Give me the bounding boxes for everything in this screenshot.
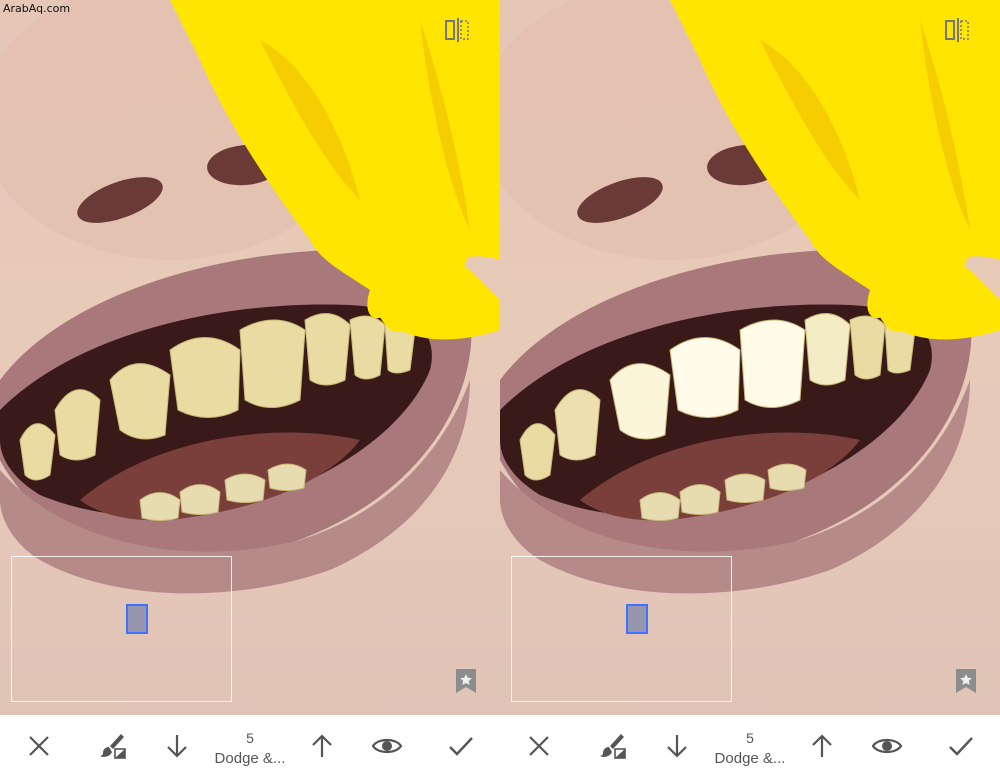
arrow-up-icon — [812, 734, 832, 757]
checkmark-icon — [949, 737, 973, 756]
checkmark-icon — [449, 737, 473, 756]
decrease-button[interactable] — [152, 715, 202, 777]
navigator-viewport[interactable] — [126, 604, 148, 634]
close-icon — [29, 736, 49, 756]
increase-button[interactable] — [297, 715, 347, 777]
brush-setting[interactable]: 5 Dodge &... — [707, 715, 793, 777]
navigator-frame[interactable] — [511, 556, 732, 702]
arrow-up-icon — [312, 734, 332, 757]
panel-before: 5 Dodge &... — [0, 0, 500, 777]
brush-setting[interactable]: 5 Dodge &... — [207, 715, 293, 777]
compare-icon[interactable] — [444, 16, 470, 44]
brush-value: 5 — [246, 730, 254, 746]
navigator-frame[interactable] — [11, 556, 232, 702]
apply-button[interactable] — [436, 715, 486, 777]
bookmark-star-icon[interactable] — [956, 669, 976, 693]
panel-after: 5 Dodge &... — [500, 0, 1000, 777]
brush-tool-name: Dodge &... — [714, 750, 786, 767]
brush-button[interactable] — [588, 715, 638, 777]
visibility-button[interactable] — [362, 715, 412, 777]
apply-button[interactable] — [936, 715, 986, 777]
close-button[interactable] — [514, 715, 564, 777]
increase-button[interactable] — [797, 715, 847, 777]
close-icon — [529, 736, 549, 756]
compare-icon[interactable] — [944, 16, 970, 44]
brush-mask-icon — [600, 734, 626, 759]
eye-icon — [872, 738, 902, 754]
brush-tool-name: Dodge &... — [214, 750, 286, 767]
photo-canvas[interactable] — [0, 0, 500, 715]
close-button[interactable] — [14, 715, 64, 777]
brush-button[interactable] — [88, 715, 138, 777]
navigator-viewport[interactable] — [626, 604, 648, 634]
photo-canvas[interactable] — [500, 0, 1000, 715]
watermark: ArabAq.com — [3, 2, 71, 15]
bookmark-star-icon[interactable] — [456, 669, 476, 693]
eye-icon — [372, 738, 402, 754]
decrease-button[interactable] — [652, 715, 702, 777]
brush-mask-icon — [100, 734, 126, 759]
arrow-down-icon — [167, 735, 187, 758]
arrow-down-icon — [667, 735, 687, 758]
brush-value: 5 — [746, 730, 754, 746]
visibility-button[interactable] — [862, 715, 912, 777]
